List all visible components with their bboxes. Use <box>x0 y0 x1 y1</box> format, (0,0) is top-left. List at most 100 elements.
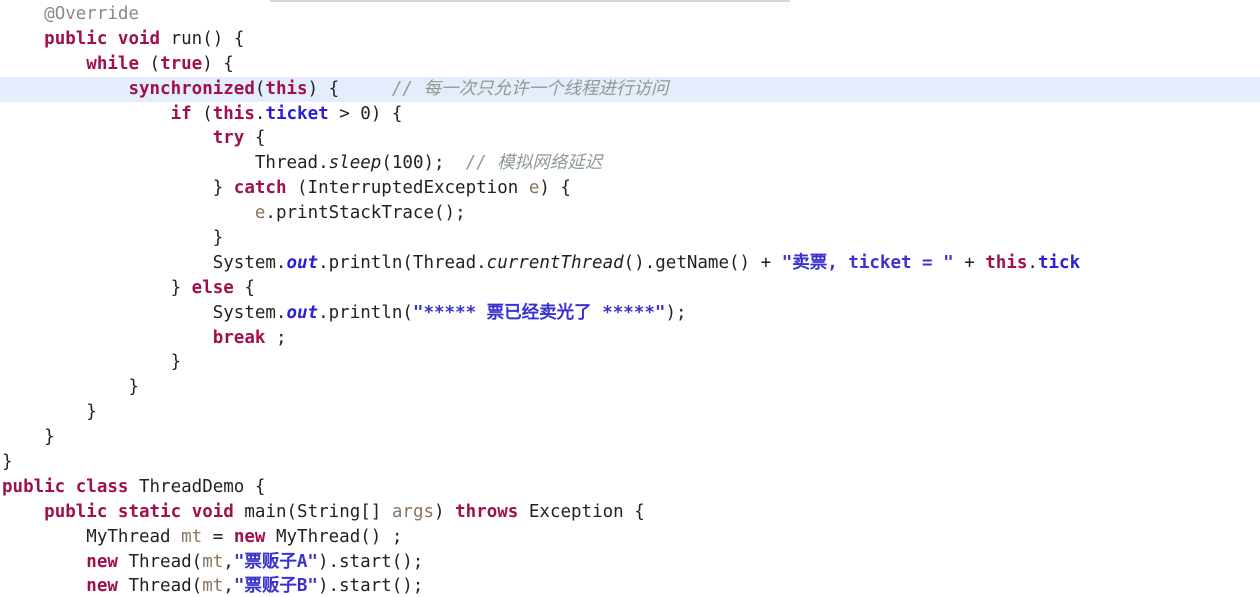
code-token-kw: new <box>233 526 266 547</box>
code-line[interactable]: } <box>0 375 1260 400</box>
code-token-kw: class <box>75 476 129 497</box>
code-token-plain: > <box>328 103 361 124</box>
code-token-plain: MyThread() ; <box>265 526 403 547</box>
code-token-plain: ) { <box>370 103 403 124</box>
code-token-clip: tick <box>1037 252 1081 273</box>
code-line[interactable]: System.out.println(Thread.currentThread(… <box>0 251 1260 276</box>
code-line[interactable]: new Thread(mt,"票贩子B").start(); <box>0 574 1260 597</box>
code-token-plain: } <box>170 352 182 373</box>
code-token-cmt: // 模拟网络延迟 <box>465 153 603 174</box>
code-token-plain: ).start(); <box>317 551 424 572</box>
code-line[interactable]: System.out.println("***** 票已经卖光了 *****")… <box>0 301 1260 326</box>
code-token-kw: this <box>265 78 308 99</box>
code-line[interactable]: } <box>0 425 1260 450</box>
code-token-plain: System. <box>212 302 287 323</box>
code-line[interactable]: public class ThreadDemo { <box>0 475 1260 500</box>
code-line[interactable]: } else { <box>0 276 1260 301</box>
code-token-staticm: currentThread <box>486 252 624 273</box>
code-token-kw: public <box>2 476 66 497</box>
code-line[interactable]: try { <box>0 126 1260 151</box>
code-token-var: mt <box>202 576 224 597</box>
code-token-kw: public <box>44 501 108 522</box>
code-token-kw: true <box>160 53 203 74</box>
code-token-plain: { <box>244 128 266 149</box>
code-line[interactable]: MyThread mt = new MyThread() ; <box>0 525 1260 550</box>
code-token-kw: void <box>191 501 234 522</box>
code-token-kw: void <box>117 28 161 49</box>
code-line[interactable]: while (true) { <box>0 52 1260 77</box>
code-token-var: mt <box>181 526 203 547</box>
code-line[interactable]: public void run() { <box>0 27 1260 52</box>
code-token-plain: . <box>254 103 266 124</box>
code-token-plain: ( <box>381 153 392 174</box>
code-token-plain: } <box>86 402 97 423</box>
code-text-area[interactable]: @Override public void run() { while (tru… <box>0 2 1260 597</box>
code-token-str: "卖票, ticket = " <box>781 252 954 273</box>
code-token-str: "票贩子A" <box>233 551 318 572</box>
code-token-kw: static <box>117 501 182 522</box>
code-line[interactable]: } <box>0 450 1260 475</box>
code-token-plain: ( <box>191 103 213 124</box>
code-line[interactable]: } <box>0 400 1260 425</box>
code-token-kw: public <box>44 28 108 49</box>
code-line[interactable]: synchronized(this) { // 每一次只允许一个线程进行访问 <box>0 76 1260 102</box>
code-line[interactable]: new Thread(mt,"票贩子A").start(); <box>0 550 1260 575</box>
code-token-plain: ); <box>665 302 687 323</box>
code-token-kw: if <box>170 103 192 124</box>
code-token-plain: System. <box>212 252 287 273</box>
code-token-plain: .println(Thread. <box>318 252 487 273</box>
code-token-plain: } <box>128 377 139 398</box>
code-token-kw: else <box>191 277 234 298</box>
code-line[interactable]: } <box>0 350 1260 375</box>
code-token-plain: Thread( <box>117 551 203 572</box>
code-token-plain: Thread. <box>254 153 329 174</box>
code-token-plain: .printStackTrace(); <box>265 203 466 224</box>
code-token-plain: = <box>202 526 234 547</box>
code-token-plain: Exception { <box>518 501 645 522</box>
code-token-kw: new <box>86 551 118 572</box>
code-line[interactable]: @Override <box>0 2 1260 27</box>
code-line[interactable]: Thread.sleep(100); // 模拟网络延迟 <box>0 151 1260 176</box>
code-token-kw: try <box>212 128 245 149</box>
code-token-plain: { <box>233 277 255 298</box>
code-line[interactable]: break ; <box>0 326 1260 351</box>
code-token-plain: , <box>223 551 234 572</box>
code-token-staticm: sleep <box>328 153 382 174</box>
code-token-plain: } <box>212 228 224 249</box>
code-line[interactable]: public static void main(String[] args) t… <box>0 500 1260 525</box>
code-line[interactable]: if (this.ticket > 0) { <box>0 102 1260 127</box>
code-token-plain: ) { <box>202 53 234 74</box>
code-token-plain: ) <box>434 501 456 522</box>
code-token-plain: run() { <box>160 28 245 49</box>
code-token-plain: + <box>953 252 986 273</box>
code-token-kw: throws <box>455 501 519 522</box>
code-token-staticf: out <box>286 302 319 323</box>
code-line[interactable]: e.printStackTrace(); <box>0 201 1260 226</box>
code-token-var: mt <box>202 551 224 572</box>
code-token-str: "票贩子B" <box>233 576 318 597</box>
code-editor-view[interactable]: @Override public void run() { while (tru… <box>0 0 1260 597</box>
code-line[interactable]: } <box>0 226 1260 251</box>
code-line[interactable]: } catch (InterruptedException e) { <box>0 176 1260 201</box>
code-token-staticf: out <box>286 252 319 273</box>
code-token-plain: ( <box>254 78 266 99</box>
code-token-plain: MyThread <box>86 526 182 547</box>
